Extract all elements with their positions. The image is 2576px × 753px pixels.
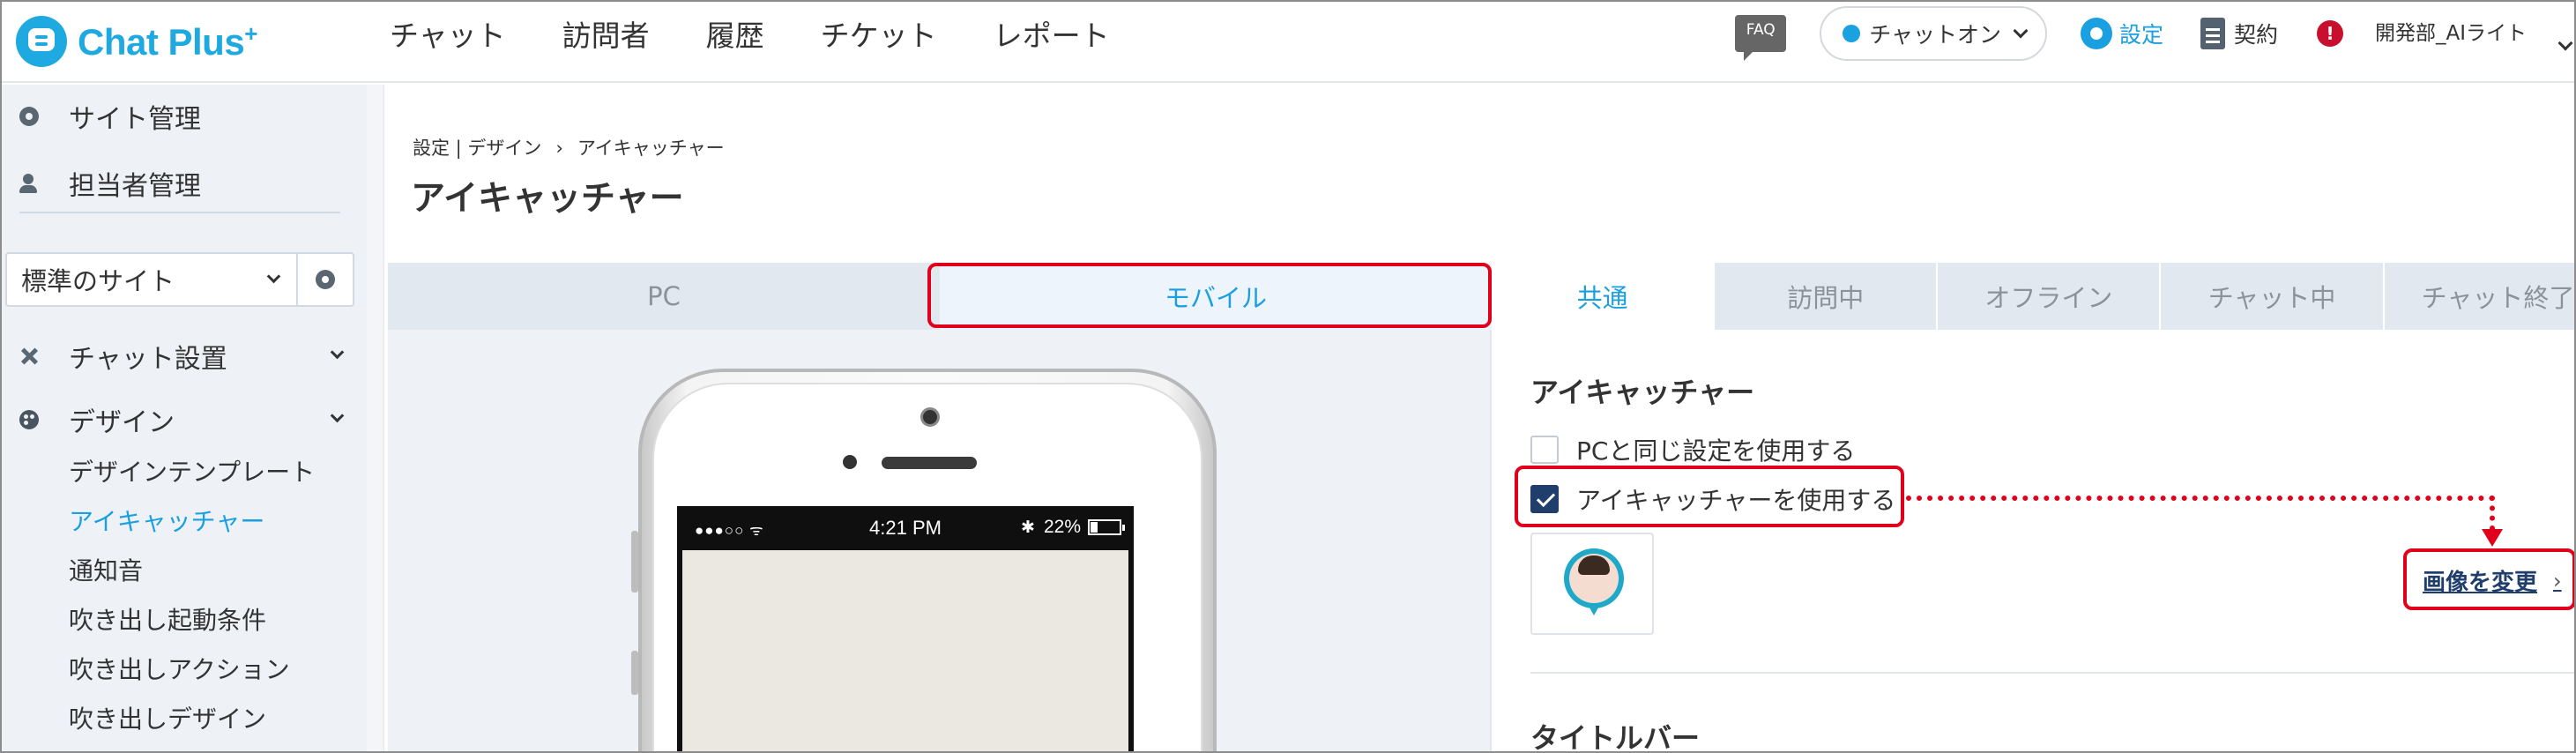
chevron-down-icon (2013, 23, 2029, 39)
phone-status-bar: ●●●○○ ᯤ 4:21 PM ✱ 22% (677, 506, 1134, 550)
annotation-arrow-icon (2482, 529, 2503, 547)
same-as-pc-checkbox[interactable] (1530, 436, 1559, 464)
tab-chat-ended[interactable]: チャット終了 (2385, 263, 2574, 330)
nav-visitors[interactable]: 訪問者 (562, 12, 650, 55)
phone-screen: ●●●○○ ᯤ 4:21 PM ✱ 22% (677, 506, 1134, 751)
breadcrumb-settings-design[interactable]: 設定 | デザイン (413, 138, 541, 159)
phone-screen-body (682, 550, 1128, 751)
battery-percent: 22% (1043, 517, 1081, 537)
gear-icon (2080, 18, 2112, 49)
breadcrumb-separator: › (555, 138, 563, 159)
section-divider (1530, 672, 2574, 674)
phone-side-button (631, 651, 638, 695)
tab-offline[interactable]: オフライン (1938, 263, 2162, 330)
sidebar-sub-design-template[interactable]: デザインテンプレート (69, 453, 315, 488)
nav-chat[interactable]: チャット (390, 12, 506, 55)
sidebar-sub-balloon-action[interactable]: 吹き出しアクション (69, 651, 290, 686)
sidebar-item-label: サイト管理 (69, 104, 201, 135)
site-select-dropdown[interactable]: 標準のサイト (7, 254, 298, 305)
phone-speaker-icon (882, 457, 977, 469)
alert-icon[interactable]: ! (2317, 20, 2343, 47)
annotation-dotted-line (2490, 496, 2495, 531)
chevron-down-icon (330, 345, 345, 360)
palette-icon (19, 410, 39, 429)
tab-chatting[interactable]: チャット中 (2161, 263, 2385, 330)
bluetooth-icon: ✱ (1021, 518, 1035, 537)
change-image-link[interactable]: 画像を変更 › (2423, 564, 2562, 597)
use-eyecatcher-label: アイキャッチャーを使用する (1576, 486, 1896, 515)
contract-link[interactable]: 契約 (2200, 18, 2278, 49)
phone-side-button (631, 531, 638, 593)
sidebar-sub-balloon-design[interactable]: 吹き出しデザイン (69, 700, 266, 735)
sidebar-sub-balloon-trigger[interactable]: 吹き出し起動条件 (69, 601, 266, 637)
logo[interactable]: Chat Plus+ (16, 11, 257, 72)
sidebar-item-site-manage[interactable]: サイト管理 (2, 93, 201, 139)
user-menu[interactable]: 開発部_AIライト (2375, 20, 2574, 50)
same-as-pc-label: PCと同じ設定を使用する (1576, 436, 1856, 466)
chevron-down-icon (266, 269, 281, 284)
section-tabs: 共通 訪問中 オフライン チャット中 チャット終了 (1492, 263, 2574, 330)
tab-mobile[interactable]: モバイル (940, 263, 1492, 330)
eyecatcher-image-preview (1530, 533, 1654, 635)
settings-link[interactable]: 設定 (2080, 18, 2163, 49)
nav-history[interactable]: 履歴 (706, 12, 764, 55)
contract-label: 契約 (2233, 22, 2278, 48)
user-name: 開発部_AIライト (2375, 21, 2528, 45)
site-select-value: 標準のサイト (21, 266, 175, 296)
app-window: Chat Plus+ チャット 訪問者 履歴 チケット レポート FAQ チャッ… (0, 0, 2576, 753)
chatplus-logo-icon (16, 16, 67, 67)
sidebar-sub-eyecatcher[interactable]: アイキャッチャー (69, 503, 264, 538)
phone-sensor-icon (843, 455, 857, 469)
device-tabs: PC モバイル (388, 263, 1492, 330)
chat-status-label: チャットオン (1869, 22, 2001, 48)
avatar-hair (1578, 555, 1610, 575)
status-dot-icon (1843, 25, 1861, 42)
tools-icon (19, 347, 39, 366)
chat-status-dropdown[interactable]: チャットオン (1820, 6, 2047, 61)
phone-camera-icon (920, 407, 940, 427)
battery-indicator: ✱ 22% (1021, 517, 1125, 538)
header-right: FAQ チャットオン 設定 契約 ! 開発部_AIライト (1735, 2, 2574, 65)
cog-icon (19, 107, 39, 126)
settings-label: 設定 (2118, 22, 2163, 48)
annotation-dotted-line (1906, 496, 2495, 501)
sidebar-item-label: 担当者管理 (69, 171, 201, 202)
titlebar-heading: タイトルバー (1530, 721, 1701, 753)
logo-text: Chat Plus+ (78, 19, 257, 63)
chevron-down-icon (330, 408, 345, 423)
tab-visiting[interactable]: 訪問中 (1715, 263, 1939, 330)
chevron-down-icon (2557, 35, 2573, 50)
site-settings-button[interactable] (298, 254, 353, 305)
person-icon (19, 174, 39, 193)
page-title: アイキャッチャー (411, 179, 684, 219)
document-icon (2200, 18, 2225, 49)
same-as-pc-option[interactable]: PCと同じ設定を使用する (1530, 432, 1855, 467)
use-eyecatcher-option[interactable]: アイキャッチャーを使用する (1530, 481, 1895, 517)
chevron-right-icon: › (2553, 568, 2562, 593)
sidebar: サイト管理 担当者管理 標準のサイト チャット設置 デザイン デザインテンプレー… (2, 85, 367, 751)
use-eyecatcher-checkbox[interactable] (1530, 485, 1559, 513)
top-nav: チャット 訪問者 履歴 チケット レポート (390, 2, 1166, 65)
breadcrumb: 設定 | デザイン › アイキャッチャー (413, 134, 725, 160)
sidebar-item-chat-setup[interactable]: チャット設置 (2, 333, 367, 379)
nav-reports[interactable]: レポート (994, 12, 1110, 55)
faq-icon[interactable]: FAQ (1735, 15, 1787, 61)
sidebar-item-label: チャット設置 (69, 344, 227, 375)
cog-icon (316, 270, 335, 289)
top-header: Chat Plus+ チャット 訪問者 履歴 チケット レポート FAQ チャッ… (2, 2, 2574, 83)
tab-common[interactable]: 共通 (1492, 263, 1716, 330)
sidebar-divider (19, 212, 340, 213)
sidebar-item-label: デザイン (69, 407, 175, 438)
sidebar-sub-notification-sound[interactable]: 通知音 (69, 552, 143, 587)
site-select[interactable]: 標準のサイト (5, 252, 354, 307)
nav-tickets[interactable]: チケット (821, 12, 937, 55)
change-image-label: 画像を変更 (2423, 570, 2538, 596)
eyecatcher-heading: アイキャッチャー (1530, 376, 1755, 409)
tab-pc[interactable]: PC (388, 263, 940, 330)
sidebar-item-design[interactable]: デザイン (2, 397, 367, 443)
breadcrumb-current: アイキャッチャー (577, 138, 725, 159)
sidebar-scrollbar[interactable] (367, 85, 384, 751)
sidebar-item-staff-manage[interactable]: 担当者管理 (2, 160, 201, 206)
battery-icon (1088, 519, 1125, 535)
